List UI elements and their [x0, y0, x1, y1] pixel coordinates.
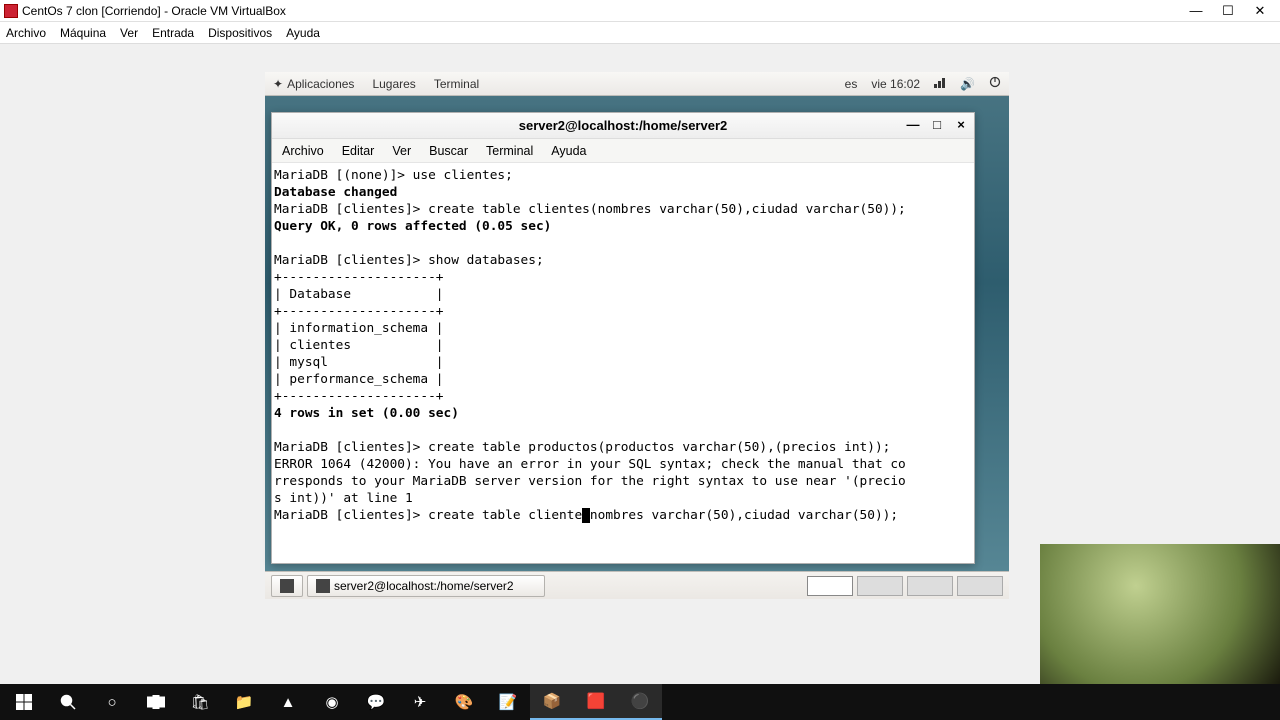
task-view-button[interactable] — [134, 684, 178, 720]
terminal-body[interactable]: MariaDB [(none)]> use clientes; Database… — [272, 163, 974, 563]
terminal-cursor: ( — [582, 508, 590, 523]
centos-desktop: ✦ Aplicaciones Lugares Terminal es vie 1… — [265, 72, 1009, 599]
taskbar-app-icon[interactable]: 🎨 — [442, 684, 486, 720]
apps-icon: ✦ — [273, 77, 283, 91]
gnome-terminal-shortcut[interactable]: Terminal — [434, 77, 479, 91]
terminal-titlebar[interactable]: server2@localhost:/home/server2 — □ × — [272, 113, 974, 139]
taskbar-terminal-label: server2@localhost:/home/server2 — [334, 579, 514, 593]
workspace-2[interactable] — [857, 576, 903, 596]
term-menu-archivo[interactable]: Archivo — [282, 144, 324, 158]
vbox-app-icon — [4, 4, 18, 18]
keyboard-layout[interactable]: es — [845, 77, 858, 91]
host-body: ✦ Aplicaciones Lugares Terminal es vie 1… — [0, 44, 1280, 720]
volume-icon[interactable]: 🔊 — [960, 77, 975, 91]
search-button[interactable] — [46, 684, 90, 720]
gnome-topbar: ✦ Aplicaciones Lugares Terminal es vie 1… — [265, 72, 1009, 96]
gnome-places[interactable]: Lugares — [372, 77, 415, 91]
vbox-menu-dispositivos[interactable]: Dispositivos — [208, 26, 272, 40]
taskbar-store-icon[interactable]: 🛍 — [178, 684, 222, 720]
taskbar-terminal-button[interactable]: server2@localhost:/home/server2 — [307, 575, 545, 597]
terminal-maximize-button[interactable]: □ — [930, 117, 944, 131]
gnome-taskbar: server2@localhost:/home/server2 — [265, 571, 1009, 599]
terminal-minimize-button[interactable]: — — [906, 117, 920, 131]
network-icon[interactable] — [934, 76, 946, 91]
minimize-button[interactable]: — — [1188, 3, 1204, 19]
taskbar-whatsapp-icon[interactable]: 💬 — [354, 684, 398, 720]
workspace-1[interactable] — [807, 576, 853, 596]
taskbar-terminal-icon — [316, 579, 330, 593]
terminal-menubar: Archivo Editar Ver Buscar Terminal Ayuda — [272, 139, 974, 163]
cortana-button[interactable]: ○ — [90, 684, 134, 720]
gnome-applications[interactable]: ✦ Aplicaciones — [273, 77, 354, 91]
maximize-button[interactable]: ☐ — [1220, 3, 1236, 19]
taskbar-telegram-icon[interactable]: ✈ — [398, 684, 442, 720]
term-menu-terminal[interactable]: Terminal — [486, 144, 533, 158]
taskbar-vlc-icon[interactable]: ▲ — [266, 684, 310, 720]
start-button[interactable] — [2, 684, 46, 720]
show-desktop-button[interactable] — [271, 575, 303, 597]
taskbar-vbox-vm-icon[interactable]: 🟥 — [574, 684, 618, 720]
terminal-output[interactable]: MariaDB [(none)]> use clientes; Database… — [274, 167, 972, 524]
windows-taskbar: ○ 🛍 📁 ▲ ◉ 💬 ✈ 🎨 📝 📦 🟥 ⚫ — [0, 684, 1280, 720]
power-icon[interactable] — [989, 76, 1001, 91]
term-menu-ayuda[interactable]: Ayuda — [551, 144, 586, 158]
terminal-window[interactable]: server2@localhost:/home/server2 — □ × Ar… — [271, 112, 975, 564]
terminal-title-text: server2@localhost:/home/server2 — [519, 118, 728, 133]
vbox-menubar: Archivo Máquina Ver Entrada Dispositivos… — [0, 22, 1280, 44]
clock[interactable]: vie 16:02 — [871, 77, 920, 91]
show-desktop-icon — [280, 579, 294, 593]
vbox-menu-entrada[interactable]: Entrada — [152, 26, 194, 40]
close-button[interactable]: ✕ — [1252, 3, 1268, 19]
term-menu-buscar[interactable]: Buscar — [429, 144, 468, 158]
taskbar-virtualbox-icon[interactable]: 📦 — [530, 684, 574, 720]
terminal-close-button[interactable]: × — [954, 117, 968, 131]
taskbar-obs-icon[interactable]: ⚫ — [618, 684, 662, 720]
workspace-3[interactable] — [907, 576, 953, 596]
vbox-window-title: CentOs 7 clon [Corriendo] - Oracle VM Vi… — [22, 4, 286, 18]
vbox-menu-ayuda[interactable]: Ayuda — [286, 26, 320, 40]
vbox-menu-ver[interactable]: Ver — [120, 26, 138, 40]
vbox-menu-archivo[interactable]: Archivo — [6, 26, 46, 40]
term-menu-editar[interactable]: Editar — [342, 144, 375, 158]
term-menu-ver[interactable]: Ver — [392, 144, 411, 158]
workspace-4[interactable] — [957, 576, 1003, 596]
vbox-titlebar: CentOs 7 clon [Corriendo] - Oracle VM Vi… — [0, 0, 1280, 22]
vbox-menu-maquina[interactable]: Máquina — [60, 26, 106, 40]
gnome-applications-label: Aplicaciones — [287, 77, 354, 91]
taskbar-notes-icon[interactable]: 📝 — [486, 684, 530, 720]
taskbar-explorer-icon[interactable]: 📁 — [222, 684, 266, 720]
webcam-thumbnail — [1040, 544, 1280, 684]
taskbar-chrome-icon[interactable]: ◉ — [310, 684, 354, 720]
